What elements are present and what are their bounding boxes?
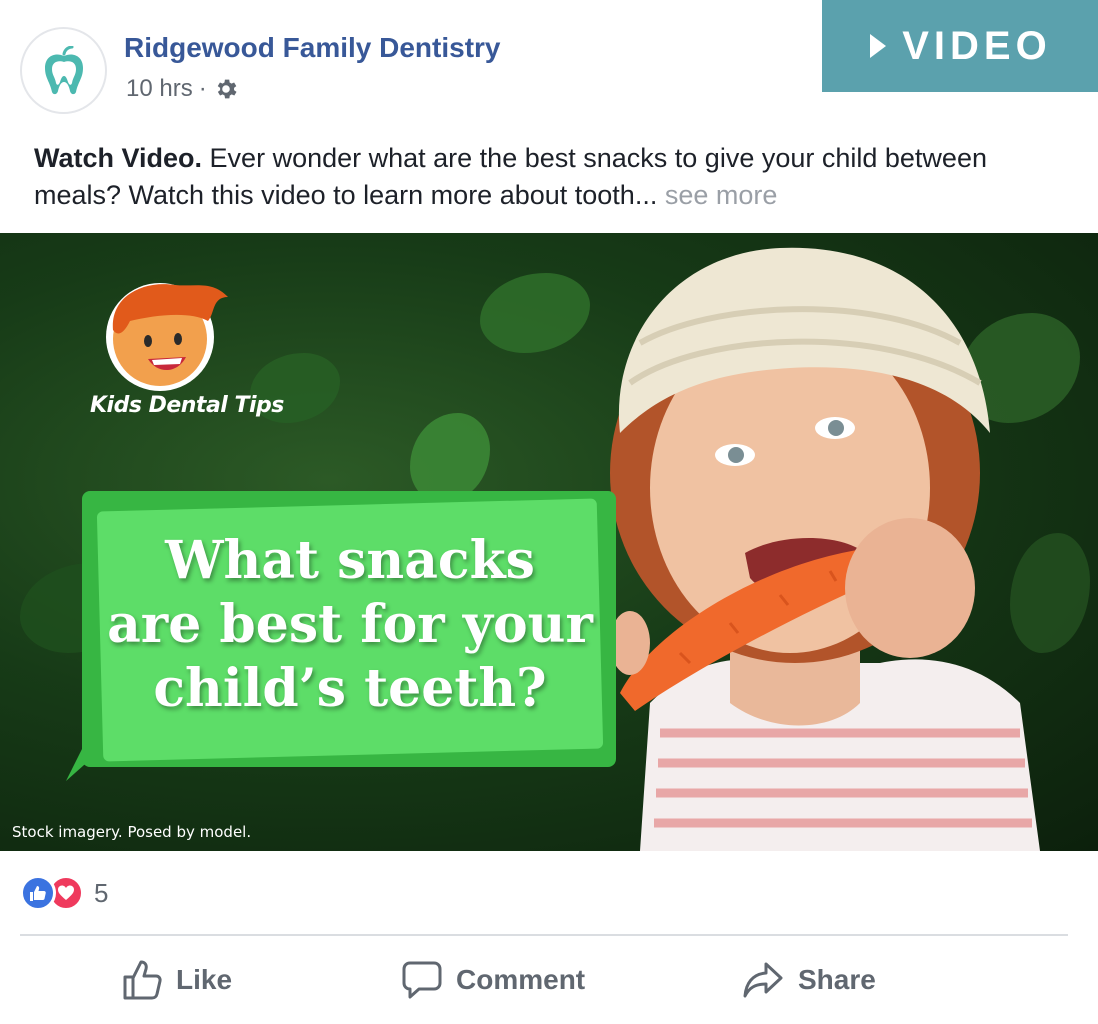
video-badge[interactable]: VIDEO xyxy=(822,0,1098,92)
divider xyxy=(20,934,1068,936)
kids-dental-logo xyxy=(106,283,228,391)
foliage-leaf xyxy=(410,413,490,503)
like-reaction-icon xyxy=(20,875,56,911)
video-thumbnail[interactable]: Kids Dental Tips What snacks are best fo… xyxy=(0,233,1098,851)
video-badge-label: VIDEO xyxy=(902,23,1052,68)
page-avatar[interactable] xyxy=(20,27,107,114)
reaction-summary[interactable]: 5 xyxy=(20,875,108,911)
like-button[interactable]: Like xyxy=(122,957,232,1003)
like-label: Like xyxy=(176,964,233,995)
post-meta: 10 hrs · xyxy=(126,75,239,103)
comment-bubble-icon xyxy=(402,961,442,999)
headline: What snacks are best for your child’s te… xyxy=(100,529,600,721)
page-name-link[interactable]: Ridgewood Family Dentistry xyxy=(124,32,501,64)
foliage-leaf xyxy=(480,273,590,353)
see-more-link[interactable]: see more xyxy=(665,180,778,210)
share-button[interactable]: Share xyxy=(742,957,876,1003)
thumbs-up-icon xyxy=(123,960,162,1000)
gear-icon[interactable] xyxy=(213,76,239,102)
headline-line: What snacks xyxy=(165,530,535,591)
brand-label: Kids Dental Tips xyxy=(90,393,284,418)
post-text-lead: Watch Video. xyxy=(34,143,203,173)
headline-line: child’s teeth? xyxy=(153,658,547,719)
comment-label: Comment xyxy=(456,964,586,995)
stock-disclaimer: Stock imagery. Posed by model. xyxy=(12,823,252,841)
headline-line: are best for your xyxy=(107,594,593,655)
meta-separator: · xyxy=(198,75,207,102)
reaction-count: 5 xyxy=(94,877,109,908)
play-triangle-icon xyxy=(870,34,887,58)
comment-button[interactable]: Comment xyxy=(402,957,585,1003)
post-text: Watch Video. Ever wonder what are the be… xyxy=(34,140,1064,214)
tooth-apple-icon xyxy=(44,45,83,94)
share-arrow-icon xyxy=(743,962,783,998)
share-label: Share xyxy=(798,964,876,995)
post-timestamp[interactable]: 10 hrs xyxy=(126,75,193,103)
child-photo xyxy=(580,247,1040,851)
